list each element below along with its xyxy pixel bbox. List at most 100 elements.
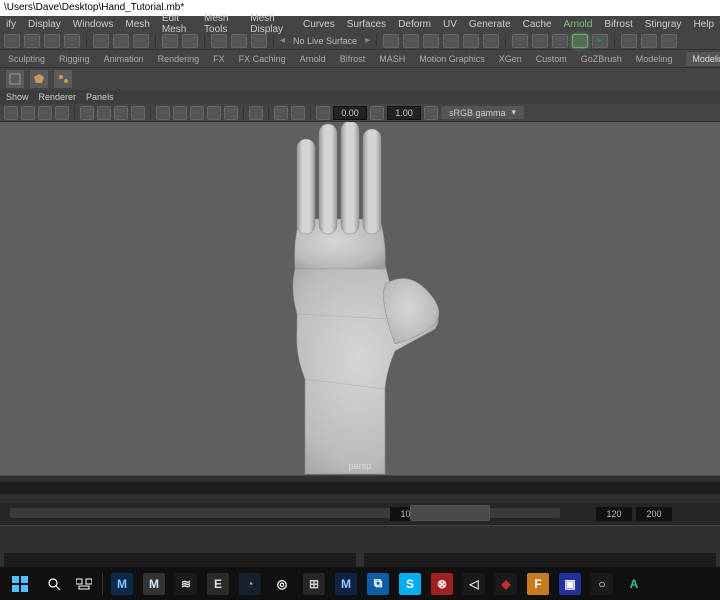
- menu-item[interactable]: Arnold: [564, 19, 593, 30]
- tool-icon[interactable]: [251, 34, 267, 48]
- live-surface-label[interactable]: No Live Surface: [293, 36, 357, 46]
- play-icon[interactable]: ▸: [592, 34, 608, 48]
- taskbar-app-maya-grey[interactable]: M: [139, 570, 169, 598]
- menu-item[interactable]: Cache: [523, 19, 552, 30]
- snap-icon[interactable]: [423, 34, 439, 48]
- menu-item[interactable]: Mesh: [125, 19, 149, 30]
- panel-menu-panels[interactable]: Panels: [86, 92, 114, 102]
- vp-bookmark-icon[interactable]: [38, 106, 52, 120]
- panel-menu-renderer[interactable]: Renderer: [39, 92, 77, 102]
- tool-icon[interactable]: [44, 34, 60, 48]
- vp-res-gate-icon[interactable]: [114, 106, 128, 120]
- shelf-tab[interactable]: Arnold: [300, 54, 326, 64]
- shelf-tab[interactable]: Motion Graphics: [419, 54, 485, 64]
- shelf-tab[interactable]: FX Caching: [239, 54, 286, 64]
- taskbar-app-unity[interactable]: ◁: [459, 570, 489, 598]
- vp-gamma-icon[interactable]: [370, 106, 384, 120]
- taskbar-app-skype[interactable]: S: [395, 570, 425, 598]
- vp-select-camera-icon[interactable]: [4, 106, 18, 120]
- render-icon-active[interactable]: [572, 34, 588, 48]
- shelf-tab[interactable]: MASH: [379, 54, 405, 64]
- taskbar-app-blue-cube[interactable]: ▣: [555, 570, 585, 598]
- tool-icon[interactable]: [64, 34, 80, 48]
- vp-film-gate-icon[interactable]: [97, 106, 111, 120]
- tool-icon[interactable]: [162, 34, 178, 48]
- vp-textured-icon[interactable]: [190, 106, 204, 120]
- vp-image-plane-icon[interactable]: [55, 106, 69, 120]
- start-button[interactable]: [2, 570, 38, 598]
- tool-icon[interactable]: [231, 34, 247, 48]
- shelf-item-icon[interactable]: [30, 70, 48, 88]
- task-view-icon[interactable]: [70, 570, 98, 598]
- taskbar-app-roundcal[interactable]: ⊗: [427, 570, 457, 598]
- tool-icon[interactable]: [4, 34, 20, 48]
- tool-icon[interactable]: [182, 34, 198, 48]
- range-end-a-field[interactable]: 120: [596, 507, 632, 521]
- playback-bar[interactable]: [0, 525, 720, 551]
- shelf-tab[interactable]: ModelingTools: [686, 52, 720, 66]
- menu-item[interactable]: UV: [443, 19, 457, 30]
- tool-icon[interactable]: [133, 34, 149, 48]
- taskbar-app-calculator[interactable]: ⊞: [299, 570, 329, 598]
- snap-icon[interactable]: [463, 34, 479, 48]
- range-end-b-field[interactable]: 200: [636, 507, 672, 521]
- menu-item[interactable]: Deform: [398, 19, 431, 30]
- vp-exposure-icon[interactable]: [316, 106, 330, 120]
- range-handle[interactable]: [410, 505, 490, 521]
- menu-item[interactable]: Generate: [469, 19, 511, 30]
- shelf-tab[interactable]: Animation: [104, 54, 144, 64]
- vp-xray-icon[interactable]: [274, 106, 288, 120]
- menu-item[interactable]: ify: [6, 19, 16, 30]
- render-icon[interactable]: [552, 34, 568, 48]
- taskbar-app-maya-app[interactable]: M: [331, 570, 361, 598]
- menu-item[interactable]: Windows: [73, 19, 114, 30]
- live-surface-caret-icon[interactable]: ◂: [280, 35, 285, 46]
- range-slider[interactable]: 100 120 200: [0, 503, 720, 525]
- shelf-tab[interactable]: FX: [213, 54, 225, 64]
- taskbar-app-dropbox[interactable]: ⧉: [363, 570, 393, 598]
- shelf-tab[interactable]: Modeling: [636, 54, 673, 64]
- menu-item[interactable]: Mesh Tools: [204, 13, 238, 35]
- menu-item[interactable]: Surfaces: [347, 19, 386, 30]
- shelf-tab[interactable]: Custom: [536, 54, 567, 64]
- taskbar-app-autodesk[interactable]: A: [619, 570, 649, 598]
- vp-lights-icon[interactable]: [207, 106, 221, 120]
- menu-item[interactable]: Bifrost: [604, 19, 632, 30]
- taskbar-app-chrome[interactable]: ◎: [267, 570, 297, 598]
- vp-gate-mask-icon[interactable]: [131, 106, 145, 120]
- shelf-tab[interactable]: Sculpting: [8, 54, 45, 64]
- vp-renderer-dropdown[interactable]: sRGB gamma ▾: [441, 106, 524, 119]
- taskbar-app-steam[interactable]: ◔: [235, 570, 265, 598]
- shelf-tab[interactable]: Rigging: [59, 54, 90, 64]
- time-slider-track[interactable]: [0, 482, 720, 494]
- tool-icon[interactable]: [211, 34, 227, 48]
- taskbar-app-zbrush[interactable]: ≋: [171, 570, 201, 598]
- shelf-tab[interactable]: XGen: [499, 54, 522, 64]
- taskbar-app-epic[interactable]: E: [203, 570, 233, 598]
- time-slider[interactable]: [0, 475, 720, 503]
- tool-icon[interactable]: [24, 34, 40, 48]
- vp-shadows-icon[interactable]: [224, 106, 238, 120]
- snap-icon[interactable]: [443, 34, 459, 48]
- shelf-tab[interactable]: Bifrost: [340, 54, 366, 64]
- vp-exposure-field[interactable]: 0.00: [333, 106, 367, 120]
- vp-xray-joints-icon[interactable]: [291, 106, 305, 120]
- menu-item[interactable]: Help: [693, 19, 714, 30]
- taskbar-app-oculus[interactable]: ○: [587, 570, 617, 598]
- menu-item[interactable]: Edit Mesh: [162, 13, 192, 35]
- menu-item[interactable]: Mesh Display: [250, 13, 291, 35]
- shelf-item-icon[interactable]: [54, 70, 72, 88]
- shelf-tab[interactable]: Rendering: [158, 54, 200, 64]
- panel-layout-icon[interactable]: [661, 34, 677, 48]
- history-icon[interactable]: [512, 34, 528, 48]
- shelf-item-icon[interactable]: [6, 70, 24, 88]
- search-icon[interactable]: [40, 570, 68, 598]
- mel-command-input[interactable]: [4, 553, 356, 567]
- vp-camera-attr-icon[interactable]: [21, 106, 35, 120]
- snap-icon[interactable]: [483, 34, 499, 48]
- snap-icon[interactable]: [383, 34, 399, 48]
- menu-item[interactable]: Curves: [303, 19, 335, 30]
- menu-item[interactable]: Display: [28, 19, 61, 30]
- vp-grid-icon[interactable]: [80, 106, 94, 120]
- panel-layout-icon[interactable]: [621, 34, 637, 48]
